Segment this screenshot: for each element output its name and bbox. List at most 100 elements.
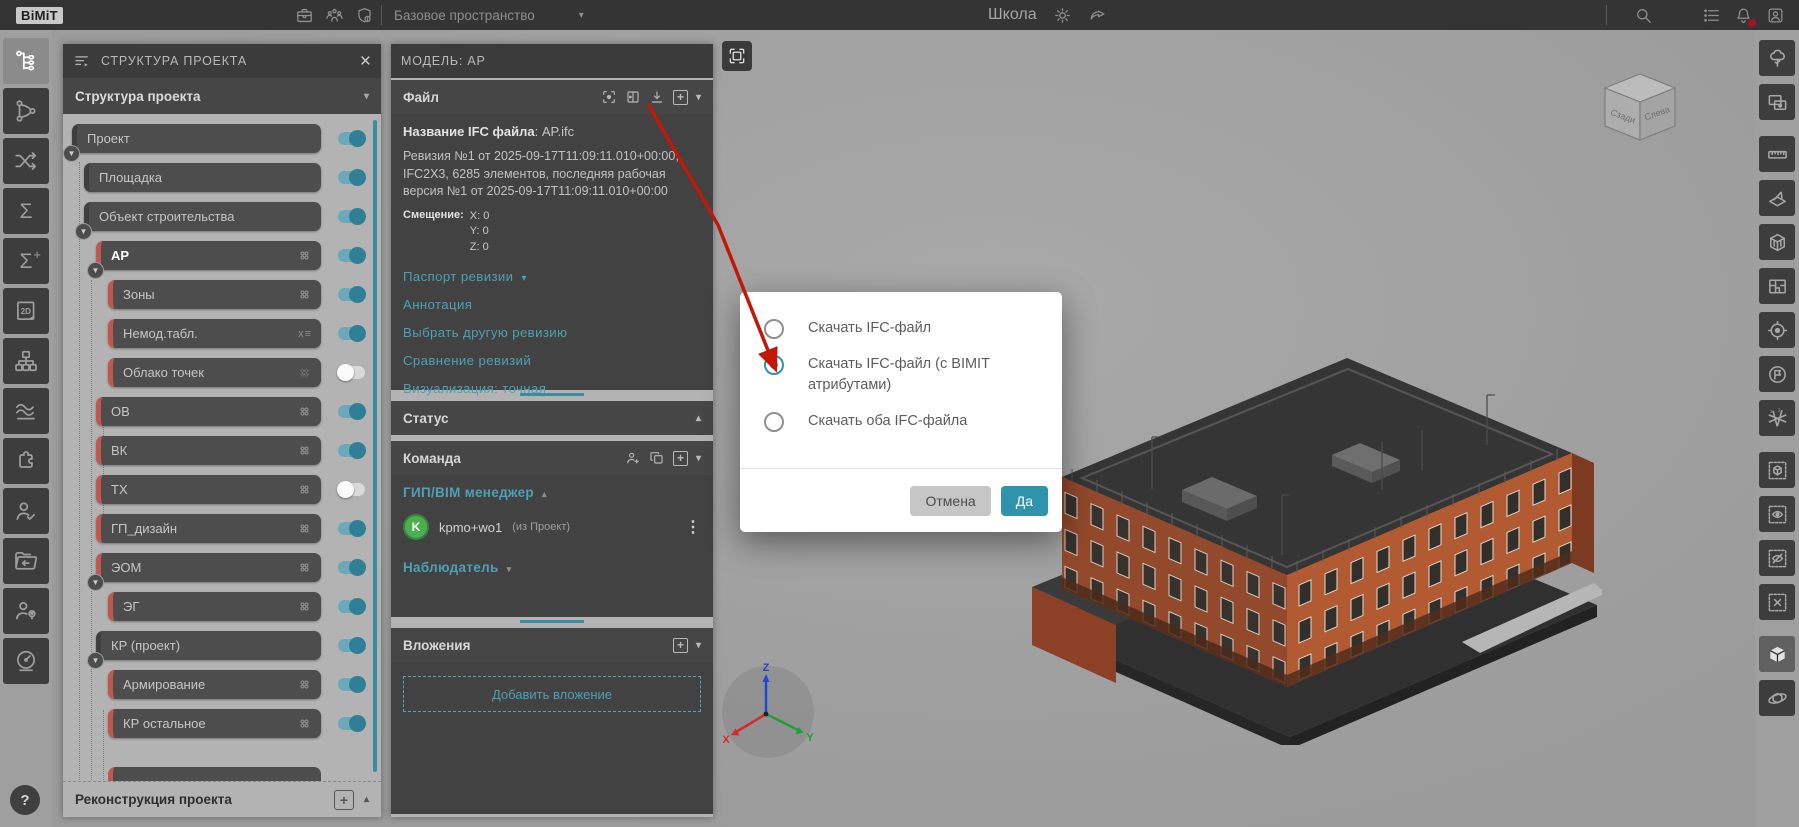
relations-button[interactable] [3,88,49,134]
compare-models-icon[interactable] [625,89,641,105]
structure-mode-selector[interactable]: Структура проекта ▾ [63,78,381,114]
search-icon[interactable] [1634,6,1653,25]
download-ifc-icon[interactable] [649,89,665,105]
list-icon[interactable] [1702,6,1721,25]
dialog-option[interactable]: Скачать IFC-файл [764,318,1038,339]
annotations-button[interactable] [1759,356,1795,392]
revision-passport-link[interactable]: Паспорт ревизии▾ [403,269,701,284]
projects-icon[interactable] [295,6,314,25]
tree-item[interactable]: Объект строительства [84,202,321,231]
close-icon[interactable]: × [360,52,371,71]
dialog-option[interactable]: Скачать оба IFC-файла [764,411,1038,432]
shared-folder-button[interactable] [3,538,49,584]
add-attachment-icon[interactable]: + [673,638,688,653]
tree-expander[interactable]: ▼ [75,223,92,240]
notifications-bell-icon[interactable] [1734,6,1753,25]
tree-scrollbar[interactable] [373,120,377,772]
tree-item[interactable]: Проект [72,124,321,153]
settings-gear-icon[interactable] [1053,6,1072,25]
dashboard-button[interactable] [3,638,49,684]
clash-detection-button[interactable] [3,138,49,184]
chevron-up-icon[interactable]: ▴ [364,794,369,805]
view-cube[interactable]: Сзади Слева [1590,70,1690,148]
isolate-button[interactable] [1759,452,1795,488]
plugins-button[interactable] [3,438,49,484]
add-reconstruction-button[interactable]: + [334,790,354,810]
section-resize-handle[interactable] [520,393,584,396]
totals-button[interactable]: Σ [3,188,49,234]
hide-selected-button[interactable] [1759,540,1795,576]
choose-revision-link[interactable]: Выбрать другую ревизию [403,325,701,340]
clear-selection-button[interactable] [1759,584,1795,620]
section-resize-handle[interactable] [520,620,584,623]
tree-item[interactable]: ЭОМ [96,553,321,582]
section-box-button[interactable] [1759,224,1795,260]
radio-unselected[interactable] [764,319,784,339]
help-button[interactable]: ? [10,785,40,815]
tree-item[interactable]: АР [96,241,321,270]
collapse-section-icon[interactable]: ▾ [696,453,701,464]
visibility-toggle[interactable] [338,522,365,535]
tree-item[interactable]: Немод.табл.x≡ [108,319,321,348]
charts-button[interactable] [3,388,49,434]
tree-expander[interactable]: ▼ [87,574,104,591]
totals-add-button[interactable]: Σ+ [3,238,49,284]
panel-menu-icon[interactable] [73,52,91,70]
orbit-mode-button[interactable] [1759,680,1795,716]
collapse-section-icon[interactable]: ▾ [696,92,701,103]
tree-item[interactable]: Армирование [108,670,321,699]
center-model-icon[interactable] [601,89,617,105]
tree-expander[interactable]: ▼ [87,652,104,669]
tree-item[interactable]: ТХ [96,475,321,504]
user-location-button[interactable] [3,588,49,634]
visibility-toggle[interactable] [338,600,365,613]
tree-item[interactable]: Зоны [108,280,321,309]
selection-sets-button[interactable] [1759,84,1795,120]
visibility-toggle[interactable] [338,132,365,145]
compare-revisions-link[interactable]: Сравнение ревизий [403,353,701,368]
visibility-toggle[interactable] [338,561,365,574]
shading-mode-button[interactable] [1759,636,1795,672]
profile-icon[interactable] [1766,6,1785,25]
team-member-row[interactable]: K kpmo+wo1 (из Проект) ⋮ [403,514,701,540]
add-file-icon[interactable]: + [673,90,688,105]
show-selected-button[interactable] [1759,496,1795,532]
annotation-link[interactable]: Аннотация [403,297,701,312]
confirm-button[interactable]: Да [1001,486,1048,516]
role-manager-toggle[interactable]: ГИП/BIM менеджер▴ [403,485,701,500]
floor-plans-button[interactable] [1759,268,1795,304]
add-member-icon[interactable]: + [673,451,688,466]
axis-gizmo[interactable]: Z X Y [718,662,818,762]
visibility-toggle[interactable] [338,210,365,223]
admin-shield-icon[interactable] [355,6,374,25]
tree-item[interactable]: Облако точек [108,358,321,387]
tree-item[interactable]: ОВ [96,397,321,426]
tree-item[interactable]: ГП_дизайн [96,514,321,543]
visibility-toggle[interactable] [338,405,365,418]
member-menu-icon[interactable]: ⋮ [685,517,701,537]
visibility-toggle[interactable] [338,327,365,340]
visibility-toggle[interactable] [338,249,365,262]
hierarchy-button[interactable] [3,338,49,384]
share-icon[interactable] [1088,6,1107,25]
visibility-toggle[interactable] [338,678,365,691]
radio-selected[interactable] [764,355,784,375]
visibility-toggle[interactable] [338,639,365,652]
visibility-toggle[interactable] [338,444,365,457]
focus-point-button[interactable] [1759,312,1795,348]
tree-expander[interactable]: ▼ [63,145,80,162]
drawings-2d-button[interactable]: 2D [3,288,49,334]
role-observer-toggle[interactable]: Наблюдатель▾ [403,560,701,575]
visibility-toggle[interactable] [338,366,365,379]
team-icon[interactable] [325,6,344,25]
tree-item[interactable]: ВК [96,436,321,465]
measure-button[interactable] [1759,136,1795,172]
user-tasks-button[interactable] [3,488,49,534]
section-plane-button[interactable] [1759,180,1795,216]
visibility-toggle[interactable] [338,717,365,730]
visibility-toggle[interactable] [338,483,365,496]
visibility-toggle[interactable] [338,288,365,301]
grids-axes-button[interactable]: 12 [1759,400,1795,436]
environment-button[interactable] [1759,40,1795,76]
expand-section-icon[interactable]: ▴ [696,413,701,424]
